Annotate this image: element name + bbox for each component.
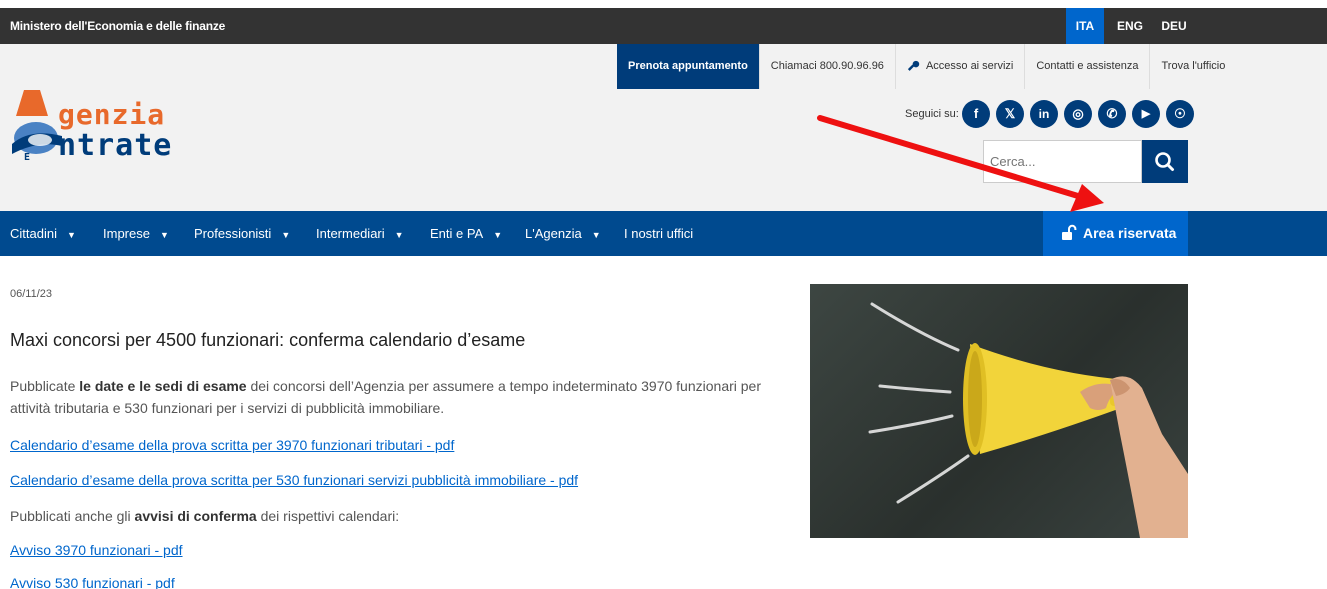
key-icon xyxy=(907,60,920,71)
nav-item-intermediari[interactable]: Intermediari ▼ xyxy=(316,211,404,258)
unlock-icon xyxy=(1062,224,1077,240)
nav-item-nostri-uffici[interactable]: I nostri uffici xyxy=(624,211,693,256)
nav-label: Cittadini xyxy=(10,226,57,241)
nav-item-enti-pa[interactable]: Enti e PA ▼ xyxy=(430,211,502,258)
nav-item-cittadini[interactable]: Cittadini ▼ xyxy=(10,211,76,258)
utility-menu: Prenota appuntamento Chiamaci 800.90.96.… xyxy=(617,44,1236,89)
caret-down-icon: ▼ xyxy=(394,230,404,240)
site-header: Prenota appuntamento Chiamaci 800.90.96.… xyxy=(0,44,1327,211)
search-input[interactable] xyxy=(983,140,1142,183)
linkedin-icon[interactable]: in xyxy=(1030,100,1058,128)
text: Pubblicate xyxy=(10,378,80,394)
search-icon xyxy=(1155,152,1174,171)
nav-label: L'Agenzia xyxy=(525,226,582,241)
bold-text: le date e le sedi di esame xyxy=(79,378,247,394)
caret-down-icon: ▼ xyxy=(159,230,169,240)
megaphone-illustration xyxy=(868,302,1188,538)
nav-label: Professionisti xyxy=(194,226,272,241)
caret-down-icon: ▼ xyxy=(591,230,601,240)
bold-text: avvisi di conferma xyxy=(134,508,257,524)
calendar-3970-link[interactable]: Calendario d’esame della prova scritta p… xyxy=(10,437,454,453)
text: dei rispettivi calendari: xyxy=(256,508,400,524)
nav-label: Imprese xyxy=(103,226,150,241)
x-icon[interactable]: 𝕏 xyxy=(996,100,1024,128)
social-label: Seguici su: xyxy=(905,108,959,120)
search-button[interactable] xyxy=(1142,140,1188,183)
article-paragraph-2: Pubblicati anche gli avvisi di conferma … xyxy=(10,505,780,527)
call-link[interactable]: Chiamaci 800.90.96.96 xyxy=(758,44,895,89)
nav-item-imprese[interactable]: Imprese ▼ xyxy=(103,211,169,258)
article-date: 06/11/23 xyxy=(10,288,53,300)
rss-icon[interactable]: ☉ xyxy=(1166,100,1194,128)
calendar-530-link[interactable]: Calendario d’esame della prova scritta p… xyxy=(10,472,578,488)
nav-label: Intermediari xyxy=(316,226,385,241)
ministry-link[interactable]: Ministero dell'Economia e delle finanze xyxy=(10,8,225,44)
caret-down-icon: ▼ xyxy=(493,230,503,240)
whatsapp-icon[interactable]: ✆ xyxy=(1098,100,1126,128)
area-riservata-label: Area riservata xyxy=(1083,225,1177,241)
logo-letter-e: E xyxy=(24,152,30,163)
instagram-icon[interactable]: ◎ xyxy=(1064,100,1092,128)
text: Pubblicati anche gli xyxy=(10,508,135,524)
find-office-link[interactable]: Trova l'ufficio xyxy=(1149,44,1236,89)
nav-label: Enti e PA xyxy=(430,226,484,241)
caret-down-icon: ▼ xyxy=(66,230,76,240)
access-services-link[interactable]: Accesso ai servizi xyxy=(894,44,1024,89)
nav-item-professionisti[interactable]: Professionisti ▼ xyxy=(194,211,290,258)
logo-text-entrate: ntrate xyxy=(58,128,173,163)
article-title: Maxi concorsi per 4500 funzionari: confe… xyxy=(10,330,526,350)
contacts-link[interactable]: Contatti e assistenza xyxy=(1024,44,1149,89)
top-bar: Ministero dell'Economia e delle finanze … xyxy=(0,8,1327,44)
nav-item-agenzia[interactable]: L'Agenzia ▼ xyxy=(525,211,601,258)
lang-deu[interactable]: DEU xyxy=(1155,8,1193,44)
access-services-label: Accesso ai servizi xyxy=(925,60,1014,72)
facebook-icon[interactable]: f xyxy=(962,100,990,128)
logo-letter-a: A xyxy=(32,107,38,118)
article-paragraph-1: Pubblicate le date e le sedi di esame de… xyxy=(10,375,780,419)
caret-down-icon: ▼ xyxy=(281,230,291,240)
lang-ita[interactable]: ITA xyxy=(1066,8,1104,44)
agenzia-entrate-logo[interactable]: A E genzia ntrate xyxy=(10,88,210,168)
avviso-530-link[interactable]: Avviso 530 funzionari - pdf xyxy=(10,575,175,589)
book-appointment-button[interactable]: Prenota appuntamento xyxy=(617,44,759,89)
area-riservata-button[interactable]: Area riservata xyxy=(1043,211,1188,256)
megaphone-image xyxy=(810,284,1188,538)
youtube-icon[interactable]: ▶ xyxy=(1132,100,1160,128)
logo-text-agenzia: genzia xyxy=(58,98,166,131)
lang-eng[interactable]: ENG xyxy=(1111,8,1149,44)
avviso-3970-link[interactable]: Avviso 3970 funzionari - pdf xyxy=(10,542,183,558)
